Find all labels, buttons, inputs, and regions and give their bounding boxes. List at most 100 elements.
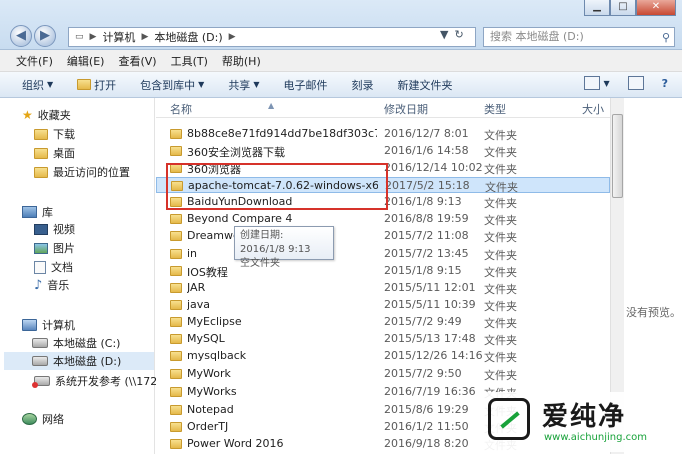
- sidebar-item-music[interactable]: ♪ 音乐: [34, 276, 69, 294]
- table-row[interactable]: mysqlback 2015/12/26 14:16 文件夹: [156, 348, 610, 364]
- menu-help[interactable]: 帮助(H): [222, 53, 261, 69]
- file-type: 文件夹: [484, 214, 517, 227]
- column-size[interactable]: 大小: [582, 101, 604, 117]
- file-name: mysqlback: [187, 349, 247, 362]
- document-icon: [34, 260, 46, 274]
- table-row[interactable]: 360安全浏览器下载 2016/1/6 14:58 文件夹: [156, 143, 610, 159]
- menu-view[interactable]: 查看(V): [118, 53, 156, 69]
- search-icon[interactable]: ⚲: [662, 29, 670, 47]
- table-row[interactable]: JAR 2015/5/11 12:01 文件夹: [156, 280, 610, 296]
- sidebar-item-label: 库: [42, 206, 53, 219]
- sidebar-item-label: 音乐: [47, 279, 70, 292]
- file-date: 2015/5/11 10:39: [384, 298, 476, 311]
- sidebar-item-library[interactable]: 库: [22, 203, 53, 221]
- sidebar-item-network-drive[interactable]: 系统开发参考 (\\172.17: [32, 372, 175, 390]
- help-button[interactable]: ?: [662, 77, 668, 90]
- sidebar-item-drive-c[interactable]: 本地磁盘 (C:): [32, 334, 120, 352]
- table-row[interactable]: java 2015/5/11 10:39 文件夹: [156, 297, 610, 313]
- address-bar[interactable]: ▭ ▶ 计算机 ▶ 本地磁盘 (D:) ▶: [68, 27, 476, 47]
- menu-file[interactable]: 文件(F): [16, 53, 53, 69]
- column-date-modified[interactable]: 修改日期: [384, 101, 428, 117]
- address-dropdown-icon[interactable]: ▼: [440, 28, 448, 41]
- tooltip-created-date: 创建日期: 2016/1/8 9:13: [240, 230, 311, 255]
- preview-pane-icon[interactable]: [627, 76, 644, 90]
- file-date: 2016/12/14 10:02: [384, 161, 483, 174]
- folder-icon: [170, 300, 182, 310]
- file-date: 2016/1/6 14:58: [384, 144, 469, 157]
- navigation-pane: ★ 收藏夹 下载 桌面 最近访问的位置 库 视频 图片 文档 ♪ 音乐 计算机 本地…: [0, 98, 175, 454]
- desktop-icon: [34, 147, 48, 159]
- file-date: 2015/1/8 9:15: [384, 264, 462, 277]
- burn-button[interactable]: 刻录: [351, 77, 373, 93]
- column-name[interactable]: 名称: [170, 101, 192, 117]
- folder-icon: [170, 369, 182, 379]
- computer-icon: [22, 319, 37, 331]
- sidebar-item-computer[interactable]: 计算机: [22, 316, 75, 334]
- maximize-button[interactable]: □: [610, 0, 636, 16]
- brand-logo-icon: [488, 398, 530, 440]
- file-type: 文件夹: [484, 231, 517, 244]
- sidebar-item-label: 文档: [51, 261, 73, 274]
- share-label: 共享: [228, 78, 251, 92]
- breadcrumb-computer[interactable]: 计算机: [102, 29, 135, 45]
- close-button[interactable]: ✕: [636, 0, 676, 16]
- sidebar-item-label: 本地磁盘 (D:): [53, 355, 122, 368]
- table-row[interactable]: Beyond Compare 4 2016/8/8 19:59 文件夹: [156, 211, 610, 227]
- table-row[interactable]: Dreamwe 2015/7/2 11:08 文件夹: [156, 228, 610, 244]
- hard-drive-icon: [32, 338, 48, 348]
- file-date: 2015/7/2 13:45: [384, 247, 469, 260]
- window-controls: ▁ □ ✕: [584, 0, 676, 16]
- file-date: 2015/8/6 19:29: [384, 403, 469, 416]
- file-date: 2015/5/13 17:48: [384, 332, 476, 345]
- table-row[interactable]: MyEclipse 2015/7/2 9:49 文件夹: [156, 314, 610, 330]
- sidebar-item-label: 网络: [42, 413, 64, 426]
- email-button[interactable]: 电子邮件: [283, 77, 327, 93]
- sidebar-item-pictures[interactable]: 图片: [34, 239, 75, 257]
- sidebar-item-favorites[interactable]: ★ 收藏夹: [22, 106, 71, 124]
- table-row[interactable]: MyWork 2015/7/2 9:50 文件夹: [156, 366, 610, 382]
- caret-down-icon: ▼: [198, 80, 205, 89]
- organize-label: 组织: [22, 78, 44, 92]
- file-name: Dreamwe: [187, 229, 240, 242]
- column-type[interactable]: 类型: [484, 101, 506, 117]
- hard-drive-icon: [32, 356, 48, 366]
- forward-button[interactable]: ▶: [34, 25, 56, 47]
- share-button[interactable]: 共享 ▼: [228, 77, 259, 93]
- table-row[interactable]: in 2015/7/2 13:45 文件夹: [156, 246, 610, 262]
- scrollbar-thumb[interactable]: [612, 114, 623, 198]
- sidebar-item-videos[interactable]: 视频: [34, 220, 75, 238]
- table-row[interactable]: MySQL 2015/5/13 17:48 文件夹: [156, 331, 610, 347]
- file-date: 2016/9/18 8:20: [384, 437, 469, 450]
- file-date: 2017/5/2 15:18: [385, 179, 470, 192]
- file-type: 文件夹: [484, 283, 517, 296]
- minimize-button[interactable]: ▁: [584, 0, 610, 16]
- folder-icon: [170, 317, 182, 327]
- file-name: IOS教程: [187, 266, 228, 279]
- folder-icon: [170, 231, 182, 241]
- organize-button[interactable]: 组织 ▼: [22, 77, 53, 93]
- new-folder-button[interactable]: 新建文件夹: [397, 77, 452, 93]
- sidebar-item-recent[interactable]: 最近访问的位置: [34, 163, 130, 181]
- sidebar-item-desktop[interactable]: 桌面: [34, 144, 75, 162]
- breadcrumb-drive-d[interactable]: 本地磁盘 (D:): [154, 29, 222, 45]
- sidebar-item-drive-d[interactable]: 本地磁盘 (D:): [4, 352, 154, 370]
- change-view-button[interactable]: ▼: [584, 76, 610, 90]
- network-icon: [22, 413, 37, 425]
- search-input[interactable]: 搜索 本地磁盘 (D:) ⚲: [483, 27, 675, 47]
- watermark: 爱纯净 www.aichunjing.com: [484, 392, 680, 452]
- menu-edit[interactable]: 编辑(E): [67, 53, 105, 69]
- folder-icon: [170, 214, 182, 224]
- file-name: 8b88ce8e71fd914dd7be18df303c732b: [187, 127, 377, 140]
- table-row[interactable]: 8b88ce8e71fd914dd7be18df303c732b 2016/12/…: [156, 126, 610, 142]
- file-type: 文件夹: [484, 334, 517, 347]
- refresh-icon[interactable]: ↻: [454, 28, 463, 41]
- sidebar-item-downloads[interactable]: 下载: [34, 125, 75, 143]
- search-placeholder: 搜索 本地磁盘 (D:): [490, 30, 584, 43]
- menu-tools[interactable]: 工具(T): [171, 53, 208, 69]
- sidebar-item-network[interactable]: 网络: [22, 410, 64, 428]
- open-button[interactable]: 打开: [77, 77, 116, 93]
- sidebar-item-documents[interactable]: 文档: [34, 258, 73, 276]
- include-in-library-button[interactable]: 包含到库中 ▼: [140, 77, 204, 93]
- back-button[interactable]: ◀: [10, 25, 32, 47]
- table-row[interactable]: IOS教程 2015/1/8 9:15 文件夹: [156, 263, 610, 279]
